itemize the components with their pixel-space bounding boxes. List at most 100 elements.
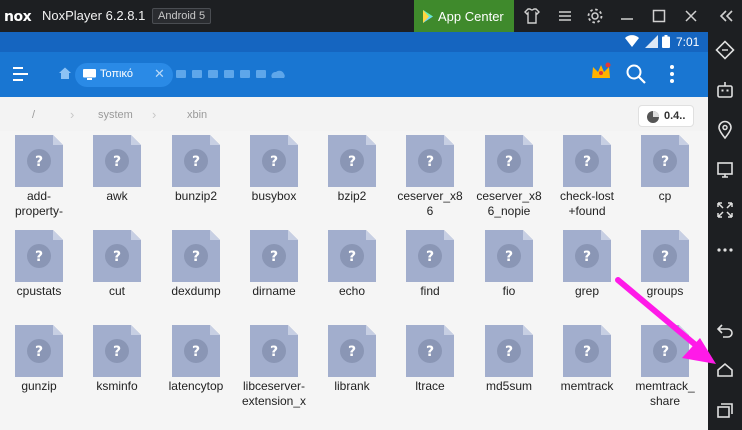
svg-text:?: ?: [348, 344, 356, 360]
file-item[interactable]: ? cpustats: [0, 226, 78, 321]
file-item[interactable]: ? cut: [78, 226, 156, 321]
file-item[interactable]: ? ceserver_x8 6: [391, 131, 469, 226]
breadcrumb: / › system › xbin 0.4..: [0, 97, 708, 131]
svg-text:?: ?: [426, 344, 434, 360]
file-name: bunzip2: [157, 189, 235, 204]
file-item[interactable]: ? busybox: [235, 131, 313, 226]
breadcrumb-root[interactable]: /: [32, 109, 35, 121]
app-center-button[interactable]: App Center: [414, 0, 514, 32]
breadcrumb-system[interactable]: system: [98, 109, 133, 121]
file-item[interactable]: ? gunzip: [0, 321, 78, 416]
breadcrumb-chevron-icon: ›: [152, 107, 157, 122]
file-grid: ? add-property-? awk? bunzip2? busybox? bzip2…: [0, 131, 708, 430]
file-item[interactable]: ? fio: [470, 226, 548, 321]
svg-text:?: ?: [35, 154, 43, 170]
file-name: cut: [78, 284, 156, 299]
file-item[interactable]: ? cp: [626, 131, 704, 226]
drawer-menu-icon[interactable]: [10, 64, 32, 84]
crown-icon[interactable]: [590, 62, 612, 82]
overflow-menu-icon[interactable]: [664, 63, 680, 85]
unknown-file-icon: ?: [485, 325, 533, 377]
location-pin-icon[interactable]: [713, 118, 737, 142]
file-name-line: md5sum: [485, 379, 532, 393]
storage-usage-chip[interactable]: 0.4..: [638, 105, 694, 127]
file-name: cpustats: [0, 284, 78, 299]
file-item[interactable]: ? bzip2: [313, 131, 391, 226]
file-name-line: latencytop: [168, 379, 224, 393]
file-item[interactable]: ? dexdump: [157, 226, 235, 321]
file-item[interactable]: ? ceserver_x8 6_nopie: [470, 131, 548, 226]
back-icon[interactable]: [713, 318, 737, 342]
recent-apps-icon[interactable]: [713, 398, 737, 422]
close-tab-icon[interactable]: ✕: [154, 67, 165, 81]
svg-text:?: ?: [505, 344, 513, 360]
file-item[interactable]: ? libceserver-extension_x: [235, 321, 313, 416]
unknown-file-icon: ?: [641, 135, 689, 187]
file-item[interactable]: ? ltrace: [391, 321, 469, 416]
gear-icon[interactable]: [583, 4, 607, 28]
file-name: ltrace: [391, 379, 469, 394]
file-manager-app-bar: Τοπικό ✕: [0, 52, 708, 97]
double-chevron-left-icon[interactable]: [714, 4, 738, 28]
unknown-file-icon: ?: [93, 135, 141, 187]
svg-text:?: ?: [270, 344, 278, 360]
file-name: md5sum: [470, 379, 548, 394]
svg-text:?: ?: [192, 344, 200, 360]
tab-local[interactable]: Τοπικό ✕: [75, 63, 173, 87]
unknown-file-icon: ?: [563, 325, 611, 377]
unknown-file-icon: ?: [328, 230, 376, 282]
unknown-file-icon: ?: [172, 230, 220, 282]
robot-icon[interactable]: [713, 78, 737, 102]
emulator-title-bar: nox NoxPlayer 6.2.8.1 Android 5 App Cent…: [0, 0, 742, 32]
file-item[interactable]: ? librank: [313, 321, 391, 416]
unknown-file-icon: ?: [15, 325, 63, 377]
file-name-line: dirname: [252, 284, 296, 298]
file-item[interactable]: ? find: [391, 226, 469, 321]
file-name: memtrack_ share: [626, 379, 704, 409]
home-icon[interactable]: [713, 358, 737, 382]
svg-text:?: ?: [35, 344, 43, 360]
file-item[interactable]: ? memtrack: [548, 321, 626, 416]
file-item[interactable]: ? add-property-: [0, 131, 78, 226]
file-name: dexdump: [157, 284, 235, 299]
file-item[interactable]: ? md5sum: [470, 321, 548, 416]
file-name: latencytop: [157, 379, 235, 394]
fullscreen-icon[interactable]: [713, 198, 737, 222]
unknown-file-icon: ?: [328, 135, 376, 187]
file-name-line: ceserver_x8: [397, 189, 463, 203]
home-folder-icon[interactable]: [58, 66, 72, 80]
close-icon[interactable]: [679, 4, 703, 28]
unknown-file-icon: ?: [15, 230, 63, 282]
unknown-file-icon: ?: [485, 230, 533, 282]
file-item[interactable]: ? bunzip2: [157, 131, 235, 226]
search-icon[interactable]: [625, 63, 647, 85]
file-item[interactable]: ? groups: [626, 226, 704, 321]
file-item[interactable]: ? awk: [78, 131, 156, 226]
screen-icon[interactable]: [713, 158, 737, 182]
svg-text:?: ?: [113, 249, 121, 265]
unknown-file-icon: ?: [406, 325, 454, 377]
file-name-line: fio: [502, 284, 516, 298]
more-options-icon[interactable]: [713, 238, 737, 262]
file-name: fio: [470, 284, 548, 299]
unknown-file-icon: ?: [563, 135, 611, 187]
maximize-icon[interactable]: [647, 4, 671, 28]
unknown-file-icon: ?: [172, 325, 220, 377]
file-item[interactable]: ? check-lost +found: [548, 131, 626, 226]
breadcrumb-xbin[interactable]: xbin: [187, 109, 207, 121]
file-item[interactable]: ? latencytop: [157, 321, 235, 416]
rotate-screen-icon[interactable]: [713, 38, 737, 62]
file-item[interactable]: ? memtrack_ share: [626, 321, 704, 416]
unknown-file-icon: ?: [93, 230, 141, 282]
file-item[interactable]: ? ksminfo: [78, 321, 156, 416]
shirt-icon[interactable]: [520, 4, 544, 28]
file-item[interactable]: ? echo: [313, 226, 391, 321]
svg-text:?: ?: [35, 249, 43, 265]
file-item[interactable]: ? dirname: [235, 226, 313, 321]
wifi-icon: [625, 35, 639, 47]
minimize-icon[interactable]: [615, 4, 639, 28]
file-item[interactable]: ? grep: [548, 226, 626, 321]
unknown-file-icon: ?: [93, 325, 141, 377]
menu-icon[interactable]: [553, 4, 577, 28]
file-name: find: [391, 284, 469, 299]
